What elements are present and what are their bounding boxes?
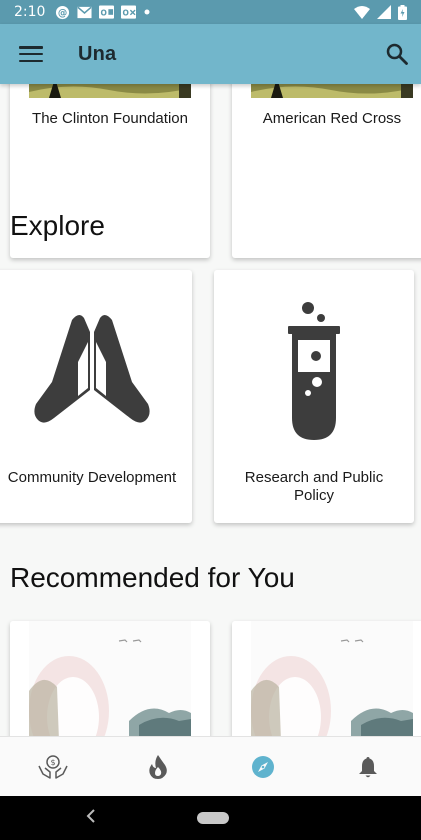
system-home-button[interactable] [197,812,229,824]
system-icons [354,4,407,20]
recommended-photo [29,621,191,736]
main-content[interactable]: The Clinton Foundation American Red Cros… [0,84,421,736]
app-title: Una [78,42,117,65]
menu-icon-bar [19,52,43,56]
app-bar: Una [0,24,421,84]
organization-photo [251,84,413,98]
menu-icon [19,46,43,49]
recommended-title: Recommended for You [10,562,295,593]
menu-button[interactable] [19,44,43,64]
donate-hands-icon: $ [37,754,68,779]
at-sign-icon: @ [56,5,70,19]
bottom-navigation: $ [0,736,421,796]
svg-text:O: O [101,8,107,17]
organization-name: American Red Cross [262,110,402,127]
svg-text:$: $ [50,758,55,767]
organization-photo [29,84,191,98]
nav-trending[interactable] [128,737,188,797]
recommended-card[interactable] [10,621,210,736]
nav-notifications[interactable] [338,737,398,797]
test-tube-icon [214,300,414,440]
dot-icon [144,9,150,15]
bell-icon [359,756,378,777]
compass-icon [252,755,275,778]
status-time: 2:10 [14,4,46,20]
outlook-icon: O [99,5,115,19]
wifi-icon [354,5,370,19]
organization-name: The Clinton Foundation [32,110,188,127]
recommended-photo [251,621,413,736]
explore-title: Explore [10,210,105,241]
praying-hands-icon [0,300,192,440]
outlook-calendar-icon: O [121,5,137,19]
search-icon[interactable] [385,42,409,66]
svg-text:@: @ [58,7,67,18]
flame-icon [149,754,167,779]
explore-label: Research and Public Policy [244,469,384,504]
recommended-card[interactable] [232,621,421,736]
nav-explore[interactable] [233,737,293,797]
explore-card-research-public-policy[interactable]: Research and Public Policy [214,270,414,523]
organization-card-red-cross[interactable]: American Red Cross [232,84,421,258]
explore-label: Community Development [7,469,177,486]
cell-signal-icon [377,5,391,19]
svg-text:O: O [123,8,129,17]
explore-card-community-development[interactable]: Community Development [0,270,192,523]
mail-icon [77,6,93,18]
system-back-button[interactable] [86,808,102,828]
notification-icons: @ O O [55,5,151,20]
menu-icon-bar [19,59,43,62]
battery-icon [398,4,407,20]
back-chevron-icon [86,809,95,823]
nav-donate[interactable]: $ [23,737,83,797]
system-navigation-bar [0,796,421,840]
status-bar: 2:10 @ O O [0,0,421,24]
